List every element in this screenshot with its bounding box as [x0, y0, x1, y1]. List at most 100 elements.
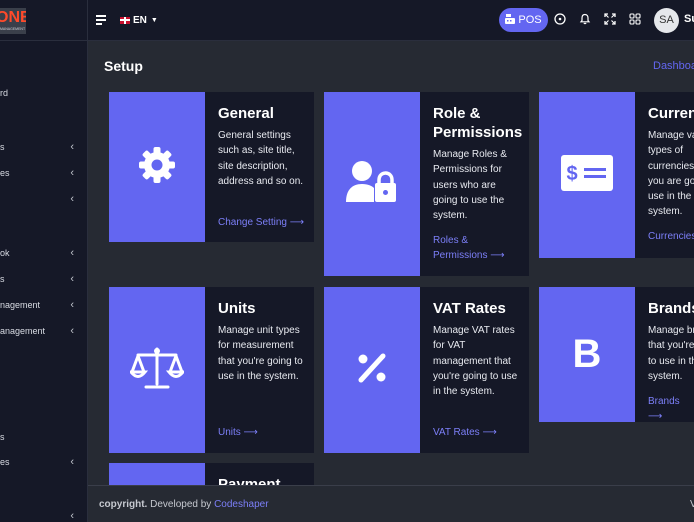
sidebar-item-4[interactable]: ‹ — [0, 190, 87, 208]
chevron-left-icon: ‹ — [70, 167, 74, 179]
pos-button[interactable]: POS — [499, 8, 548, 32]
apps-grid-icon[interactable] — [628, 13, 642, 27]
footer-version: V — [690, 499, 694, 510]
sidebar-item-label: s — [0, 142, 5, 152]
setup-card-vat-rates: VAT Rates Manage VAT rates for VAT manag… — [324, 287, 529, 453]
uk-flag-icon — [120, 16, 130, 24]
card-title: Units — [218, 300, 256, 317]
sidebar-item-3[interactable]: es ‹ — [0, 164, 87, 182]
card-title: General — [218, 105, 274, 122]
setup-card-currencies: $ Curren Manage va types of currencies y… — [539, 92, 694, 258]
avatar[interactable]: SA — [654, 8, 679, 33]
card-icon-box — [109, 287, 205, 453]
card-title: VAT Rates — [433, 300, 506, 317]
money-bill-icon: $ — [561, 154, 613, 196]
card-body: VAT Rates Manage VAT rates for VAT manag… — [433, 299, 523, 399]
menu-icon[interactable] — [96, 15, 106, 25]
currencies-link[interactable]: Currencies — [648, 229, 694, 244]
logo[interactable]: ONE MANAGEMENT — [0, 8, 26, 34]
setup-card-roles: Role & Permissions Manage Roles & Permis… — [324, 92, 529, 276]
card-description: Manage unit types for measurement that y… — [218, 325, 303, 382]
card-body: Curren Manage va types of currencies you… — [648, 104, 694, 220]
card-title: Role & Permissions — [433, 105, 523, 141]
chevron-left-icon: ‹ — [70, 299, 74, 311]
card-icon-box — [109, 92, 205, 242]
percent-icon — [355, 351, 389, 390]
fullscreen-icon[interactable] — [603, 13, 617, 27]
svg-text:$: $ — [566, 163, 577, 185]
sidebar-item-2[interactable]: s ‹ — [0, 138, 87, 156]
card-icon-box — [109, 463, 205, 485]
language-selector[interactable]: EN ▼ — [120, 13, 158, 27]
bell-icon[interactable] — [578, 13, 592, 27]
copyright-label: copyright. — [99, 499, 148, 510]
sidebar-item-5[interactable]: ok ‹ — [0, 244, 87, 262]
setup-card-units: Units Manage unit types for measurement … — [109, 287, 314, 453]
sidebar-item-label: ok — [0, 248, 10, 258]
footer-copyright: copyright. Developed by Codeshaper — [99, 499, 269, 510]
sidebar-divider — [0, 40, 87, 41]
logo-text: ONE — [0, 9, 26, 26]
developed-by-label: Developed by — [150, 499, 212, 510]
brand-b-icon: B — [571, 332, 603, 376]
codeshaper-link[interactable]: Codeshaper — [214, 499, 268, 510]
card-body: Role & Permissions Manage Roles & Permis… — [433, 104, 523, 223]
top-header: EN ▼ POS SA Su — [88, 0, 694, 41]
card-description: General settings such as, site title, si… — [218, 130, 304, 187]
card-description: Manage VAT rates for VAT management that… — [433, 325, 518, 398]
vat-rates-link[interactable]: VAT Rates ⟶ — [433, 425, 497, 440]
card-title: Curren — [648, 105, 694, 122]
language-label: EN — [133, 14, 147, 26]
page-title: Setup — [104, 58, 143, 74]
card-icon-box — [324, 287, 420, 453]
sidebar-item-dashboard[interactable]: rd — [0, 84, 87, 102]
card-body: General General settings such as, site t… — [218, 104, 308, 189]
sidebar-item-label: es — [0, 168, 10, 178]
card-icon-box — [324, 92, 420, 276]
plus-circle-icon[interactable] — [553, 13, 567, 27]
sidebar-item-9[interactable]: s — [0, 428, 87, 446]
sidebar-item-label: nagement — [0, 300, 41, 310]
sidebar-item-label: es — [0, 457, 10, 467]
setup-card-brands: B Brands Manage br that you're to use in… — [539, 287, 694, 422]
svg-text:B: B — [573, 333, 602, 371]
breadcrumb-link[interactable]: Dashboa — [653, 60, 694, 72]
sidebar-item-6[interactable]: s ‹ — [0, 270, 87, 288]
chevron-left-icon: ‹ — [70, 456, 74, 468]
sidebar-item-label: s — [0, 274, 5, 284]
card-title: Payment — [218, 476, 281, 485]
pos-label: POS — [518, 14, 542, 26]
card-icon-box: B — [539, 287, 635, 422]
caret-down-icon: ▼ — [150, 16, 158, 24]
card-body: Brands Manage br that you're to use in t… — [648, 299, 694, 384]
sidebar-item-label: s — [0, 432, 5, 442]
chevron-left-icon: ‹ — [70, 141, 74, 153]
chevron-left-icon: ‹ — [70, 193, 74, 205]
change-setting-link[interactable]: Change Setting ⟶ — [218, 215, 304, 230]
sidebar: ONE MANAGEMENT rd s ‹ es ‹ ‹ ok ‹ s ‹ na… — [0, 0, 88, 522]
gear-icon — [137, 145, 177, 190]
logo-subtext: MANAGEMENT — [0, 27, 26, 31]
roles-permissions-link[interactable]: Roles & Permissions ⟶ — [433, 233, 513, 263]
sidebar-item-10[interactable]: es ‹ — [0, 453, 87, 471]
setup-card-general: General General settings such as, site t… — [109, 92, 314, 242]
setup-card-payment: Payment — [109, 463, 314, 485]
cash-register-icon — [505, 14, 516, 26]
chevron-left-icon: ‹ — [70, 510, 74, 522]
sidebar-item-11[interactable]: ‹ — [0, 507, 87, 522]
card-description: Manage br that you're to use in th syste… — [648, 325, 694, 382]
footer: copyright. Developed by Codeshaper V — [88, 485, 694, 522]
card-description: Manage va types of currencies you are go… — [648, 130, 694, 218]
user-name[interactable]: Su — [684, 13, 694, 25]
balance-scale-icon — [127, 346, 187, 395]
card-body: Payment — [218, 475, 308, 485]
sidebar-item-label: rd — [0, 88, 9, 98]
sidebar-item-7[interactable]: nagement ‹ — [0, 296, 87, 314]
chevron-left-icon: ‹ — [70, 273, 74, 285]
card-icon-box: $ — [539, 92, 635, 258]
units-link[interactable]: Units ⟶ — [218, 425, 258, 440]
chevron-left-icon: ‹ — [70, 247, 74, 259]
brands-link[interactable]: Brands ⟶ — [648, 394, 694, 422]
sidebar-item-8[interactable]: anagement ‹ — [0, 322, 87, 340]
card-title: Brands — [648, 300, 694, 317]
